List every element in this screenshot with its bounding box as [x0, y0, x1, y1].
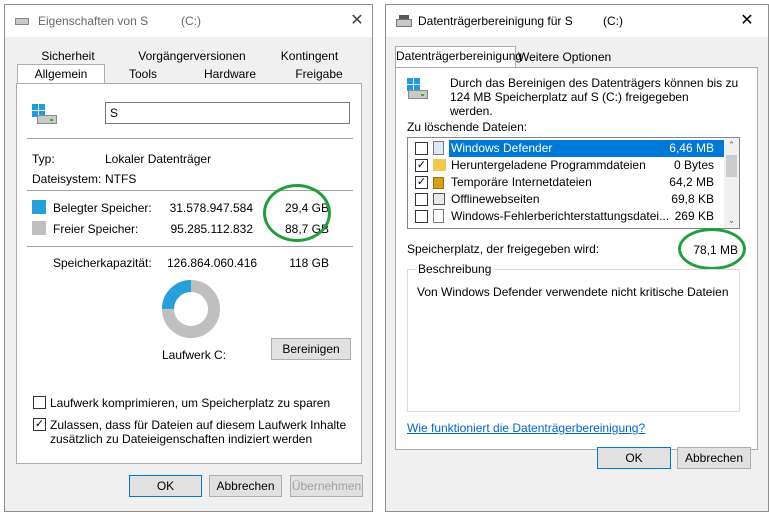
disk-usage-donut	[162, 280, 220, 338]
tab-tools[interactable]: Tools	[115, 65, 171, 83]
volume-name-input[interactable]	[105, 102, 350, 124]
used-bytes: 31.578.947.584	[169, 201, 253, 215]
free-label: Freier Speicher:	[53, 222, 139, 236]
help-link[interactable]: Wie funktioniert die Datenträgerbereinig…	[407, 421, 645, 435]
file-size: 269 KB	[674, 209, 714, 223]
donut-used-segment	[162, 280, 192, 310]
tab-kontingent[interactable]: Kontingent	[277, 47, 342, 65]
files-label: Zu löschende Dateien:	[407, 120, 528, 134]
type-label: Typ:	[32, 152, 55, 166]
properties-dialog: Eigenschaften von S (C:) ✕ Sicherheit Vo…	[4, 4, 373, 512]
index-checkbox[interactable]: ✓	[33, 418, 46, 431]
intro-line2: 124 MB Speicherplatz auf S	[450, 90, 599, 104]
drive-title-icon	[15, 15, 29, 26]
file-list-row[interactable]: Windows Defender 6,46 MB	[408, 140, 726, 157]
properties-titlebar: Eigenschaften von S (C:) ✕	[5, 5, 372, 37]
file-checkbox[interactable]	[415, 142, 428, 155]
scroll-down-icon[interactable]: ⌄	[724, 213, 739, 228]
drive-icon	[408, 90, 428, 99]
description-label: Beschreibung	[416, 262, 494, 276]
lock-icon	[433, 177, 444, 189]
apply-button[interactable]: Übernehmen	[290, 475, 363, 497]
cleanup-tab-panel: Durch das Bereinigen des Datenträgers kö…	[395, 67, 758, 450]
offline-page-icon	[433, 193, 445, 205]
used-color-swatch	[32, 200, 46, 214]
compress-label: Laufwerk komprimieren, um Speicherplatz …	[50, 396, 331, 410]
tab-hardware[interactable]: Hardware	[197, 65, 263, 83]
file-list-row[interactable]: Offlinewebseiten 69,8 KB	[408, 191, 724, 208]
file-icon	[433, 209, 444, 223]
properties-title: Eigenschaften von S	[38, 14, 149, 28]
intro-line3: werden.	[450, 104, 493, 118]
description-group: Beschreibung Von Windows Defender verwen…	[407, 262, 740, 412]
cleanup-titlebar: Datenträgerbereinigung für S (C:) ✕	[386, 5, 768, 37]
files-list[interactable]: Windows Defender 6,46 MB ✓ Heruntergeladene…	[407, 137, 740, 229]
list-scrollbar[interactable]: ⌃ ⌄	[724, 138, 739, 228]
divider	[27, 138, 353, 139]
intro-line2-drive: (C:) freigegeben	[602, 90, 689, 104]
tab-datentraegerbereinigung[interactable]: Datenträgerbereinigung	[395, 46, 522, 68]
general-tab-panel: Typ: Lokaler Datenträger Dateisystem: NT…	[16, 83, 362, 464]
cancel-button[interactable]: Abbrechen	[209, 475, 282, 497]
cleanup-button[interactable]: Bereinigen	[271, 338, 351, 360]
free-color-swatch	[32, 221, 46, 235]
compress-checkbox[interactable]	[33, 396, 46, 409]
file-size: 0 Bytes	[673, 158, 714, 172]
green-highlight-circle	[263, 184, 331, 242]
cleanup-title-drive: (C:)	[603, 14, 623, 28]
file-size: 69,8 KB	[671, 192, 714, 206]
folder-icon	[433, 159, 446, 171]
intro-line1: Durch das Bereinigen des Datenträgers kö…	[450, 76, 739, 90]
file-icon	[433, 141, 444, 155]
type-value: Lokaler Datenträger	[105, 152, 212, 166]
free-bytes: 95.285.112.832	[170, 222, 253, 236]
tab-freigabe[interactable]: Freigabe	[289, 65, 349, 83]
file-checkbox[interactable]: ✓	[415, 176, 428, 189]
tab-allgemein[interactable]: Allgemein	[17, 64, 105, 85]
capacity-gb: 118 GB	[289, 256, 329, 270]
drive-icon	[37, 115, 57, 124]
scroll-up-icon[interactable]: ⌃	[724, 138, 739, 153]
file-size: 64,2 MB	[669, 175, 714, 189]
used-label: Belegter Speicher:	[53, 201, 152, 215]
cleanup-title: Datenträgerbereinigung für S	[418, 14, 573, 28]
green-highlight-circle	[678, 228, 746, 270]
close-icon[interactable]: ✕	[737, 11, 757, 31]
file-checkbox[interactable]: ✓	[415, 159, 428, 172]
tab-vorgaengerversionen[interactable]: Vorgängerversionen	[131, 47, 253, 65]
tab-sicherheit[interactable]: Sicherheit	[38, 47, 98, 65]
properties-title-drive: (C:)	[181, 14, 201, 28]
capacity-label: Speicherkapazität:	[53, 256, 152, 270]
divider	[27, 246, 353, 247]
freed-label: Speicherplatz, der freigegeben wird:	[407, 242, 600, 256]
capacity-bytes: 126.864.060.416	[167, 256, 258, 270]
description-text: Von Windows Defender verwendete nicht kr…	[417, 285, 729, 299]
index-label-line2: zusätzlich zu Dateieigenschaften indizie…	[50, 432, 313, 446]
cancel-button[interactable]: Abbrechen	[677, 447, 751, 469]
tab-weitere-optionen[interactable]: Weitere Optionen	[518, 48, 611, 66]
file-size: 6,46 MB	[669, 141, 714, 155]
drive-letter-label: Laufwerk C:	[162, 348, 227, 362]
cleanup-title-icon	[396, 15, 412, 27]
file-checkbox[interactable]	[415, 210, 428, 223]
disk-cleanup-dialog: Datenträgerbereinigung für S (C:) ✕ Date…	[385, 4, 769, 512]
close-icon[interactable]: ✕	[347, 11, 367, 31]
filesystem-value: NTFS	[105, 172, 137, 186]
index-label-line1: Zulassen, dass für Dateien auf diesem La…	[50, 418, 347, 432]
filesystem-label: Dateisystem:	[32, 172, 102, 186]
file-checkbox[interactable]	[415, 193, 428, 206]
file-list-row[interactable]: ✓ Temporäre Internetdateien 64,2 MB	[408, 174, 724, 191]
file-list-row[interactable]: Windows-Fehlerberichterstattungsdatei...…	[408, 208, 724, 225]
ok-button[interactable]: OK	[597, 447, 671, 469]
scroll-thumb[interactable]	[726, 155, 737, 177]
ok-button[interactable]: OK	[129, 475, 202, 497]
files-list-rows: Windows Defender 6,46 MB ✓ Heruntergeladene…	[408, 139, 726, 228]
file-list-row[interactable]: ✓ Heruntergeladene Programmdateien 0 Bytes	[408, 157, 724, 174]
